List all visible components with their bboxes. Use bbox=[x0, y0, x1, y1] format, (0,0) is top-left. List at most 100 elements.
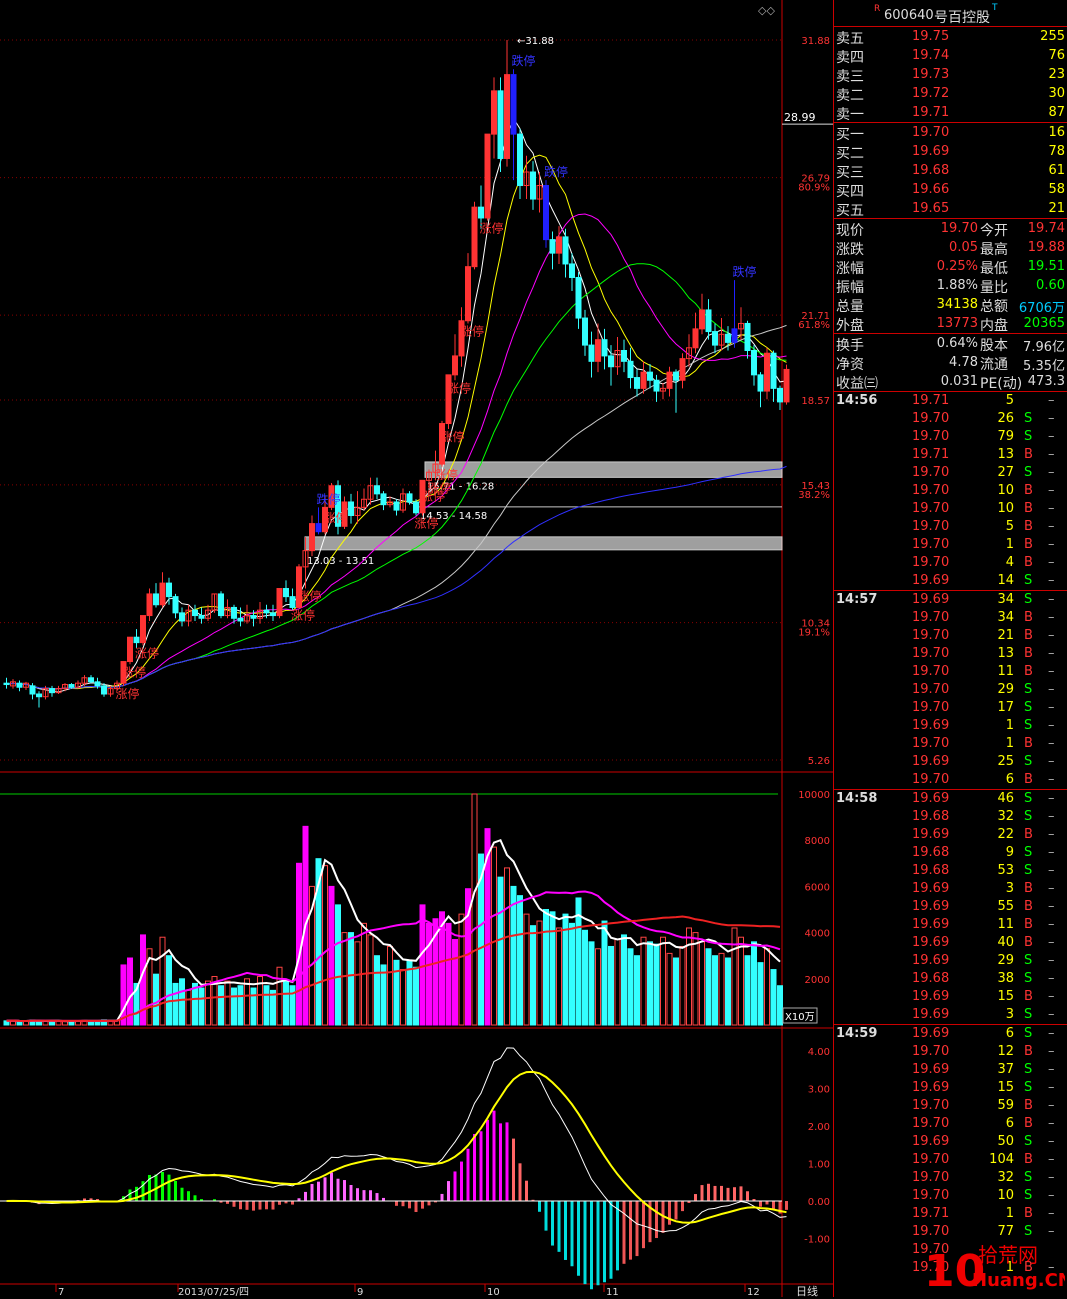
volume-bar bbox=[705, 948, 712, 1026]
trade-dash: – bbox=[1048, 881, 1055, 896]
trade-side: B bbox=[1024, 1206, 1033, 1221]
volume-bar bbox=[166, 955, 172, 1026]
order_book.buy-volume: 16 bbox=[1048, 125, 1065, 140]
stock-header[interactable]: R 600640 号百控股 T bbox=[834, 0, 1067, 27]
trade-row: 19.69 11 B – bbox=[834, 916, 1067, 934]
volume-bar bbox=[634, 955, 640, 1026]
volume-bar bbox=[686, 927, 692, 1026]
trade-volume: 26 bbox=[997, 411, 1014, 426]
trade-dash: – bbox=[1048, 1044, 1055, 1059]
order_book.sell-volume: 23 bbox=[1048, 67, 1065, 82]
limit-up-label: 涨停 bbox=[447, 380, 471, 395]
trade-volume: 3 bbox=[1005, 881, 1014, 896]
candle-body bbox=[374, 485, 380, 495]
quote-label: 换手 bbox=[836, 338, 864, 354]
volume-bar bbox=[224, 980, 231, 1026]
candle-body bbox=[510, 74, 517, 135]
fib-pct: 38.2% bbox=[798, 490, 830, 501]
trade-dash: – bbox=[1048, 501, 1055, 516]
trade-side: S bbox=[1024, 1080, 1033, 1095]
trade-price: 19.70 bbox=[912, 483, 950, 498]
quote-label: 外盘 bbox=[836, 318, 864, 334]
quote-label: 总额 bbox=[980, 299, 1008, 315]
trade-price: 19.69 bbox=[912, 917, 950, 932]
volume-bar bbox=[699, 941, 705, 1026]
candle-body bbox=[406, 493, 413, 503]
trade-side: S bbox=[1024, 953, 1033, 968]
quote-label: 涨幅 bbox=[836, 261, 864, 277]
volume-bar bbox=[400, 969, 406, 1026]
current-price-label: 28.99 bbox=[784, 111, 816, 124]
candle-body bbox=[198, 615, 205, 619]
quote-row: 总量 34138 总额 6706万 bbox=[834, 295, 1067, 316]
candle-body bbox=[309, 523, 315, 552]
volume-bar bbox=[718, 952, 725, 1026]
trade-volume: 9 bbox=[1005, 845, 1014, 860]
trade-volume: 46 bbox=[997, 791, 1014, 806]
trade-dash: – bbox=[1048, 411, 1055, 426]
candle-body bbox=[640, 371, 647, 389]
trade-dash: – bbox=[1048, 429, 1055, 444]
trade-price: 19.68 bbox=[912, 845, 950, 860]
trade-side: S bbox=[1024, 700, 1033, 715]
order_book.sell-row: 卖一 19.71 87 bbox=[834, 103, 1067, 123]
candle-body bbox=[231, 606, 237, 619]
quote-label: 振幅 bbox=[836, 280, 864, 296]
trade-dash: – bbox=[1048, 1080, 1055, 1095]
stock-code: 600640 bbox=[884, 8, 934, 23]
trade-dash: – bbox=[1048, 1170, 1055, 1185]
trade-price: 19.70 bbox=[912, 537, 950, 552]
candle-body bbox=[601, 339, 608, 357]
order_book.buy-volume: 58 bbox=[1048, 182, 1065, 197]
trade-row: 19.70 5 B – bbox=[834, 518, 1067, 536]
volume-bar bbox=[510, 885, 517, 1026]
trade-dash: – bbox=[1048, 1116, 1055, 1131]
trade-side: S bbox=[1024, 429, 1033, 444]
trade-side: S bbox=[1024, 754, 1033, 769]
trade-volume: 50 bbox=[997, 1134, 1014, 1149]
trade-row: 19.70 6 B – bbox=[834, 1115, 1067, 1133]
trade-volume: 10 bbox=[997, 483, 1014, 498]
price-grid bbox=[0, 39, 782, 761]
trade-dash: – bbox=[1048, 863, 1055, 878]
candle-body bbox=[582, 317, 588, 346]
macd-tick: 0.00 bbox=[808, 1197, 830, 1208]
order_book.buy-row: 买五 19.65 21 bbox=[834, 199, 1067, 219]
price-tick: 31.88 bbox=[801, 36, 830, 47]
volume-bar bbox=[354, 941, 361, 1026]
trade-dash: – bbox=[1048, 935, 1055, 950]
volume-bar bbox=[764, 948, 770, 1026]
kline-chart-area[interactable]: ◇◇ 15.71 - 16.28 14.53 - 14.58 13.03 - 13.… bbox=[0, 0, 833, 1297]
trade-price: 19.69 bbox=[912, 827, 950, 842]
trade-row: 19.69 37 S – bbox=[834, 1061, 1067, 1079]
limit-up-label: 涨停 bbox=[291, 607, 315, 622]
volume-bar bbox=[679, 945, 686, 1026]
trade-row: 19.70 32 S – bbox=[834, 1169, 1067, 1187]
volume-bar bbox=[647, 941, 653, 1026]
candle-body bbox=[497, 90, 504, 159]
order_book.buy-label: 买三 bbox=[836, 165, 864, 181]
trade-volume: 11 bbox=[997, 917, 1014, 932]
trade-row: 14:56 19.71 5 – bbox=[834, 392, 1067, 410]
volume-bar bbox=[777, 985, 783, 1026]
trade-volume: 1 bbox=[1005, 718, 1014, 733]
trade-price: 19.70 bbox=[912, 772, 950, 787]
trade-price: 19.70 bbox=[912, 736, 950, 751]
trade-dash: – bbox=[1048, 610, 1055, 625]
trade-price: 19.69 bbox=[912, 1026, 950, 1041]
quote-value: 34138 bbox=[936, 297, 978, 312]
volume-bar bbox=[504, 867, 510, 1026]
trade-price: 19.70 bbox=[912, 1224, 950, 1239]
quote-value: 0.05 bbox=[949, 240, 978, 255]
candle-body bbox=[16, 682, 23, 688]
trade-dash: – bbox=[1048, 519, 1055, 534]
chart-canvas[interactable]: ◇◇ 15.71 - 16.2814.53 - 14.5813.03 - 13.… bbox=[0, 0, 833, 1297]
trade-volume: 22 bbox=[997, 827, 1014, 842]
tick-trades[interactable]: 14:56 19.71 5–19.70 26 S –19.70 79 S –19.71 13 B –1… bbox=[834, 392, 1067, 1277]
ma20-line bbox=[6, 213, 787, 690]
order_book.buy-label: 买一 bbox=[836, 127, 864, 143]
volume-bar bbox=[582, 929, 588, 1026]
limit-up-label: 涨停 bbox=[324, 510, 348, 525]
volume-bar bbox=[172, 982, 179, 1026]
trade-row: 19.70 59 B – bbox=[834, 1097, 1067, 1115]
